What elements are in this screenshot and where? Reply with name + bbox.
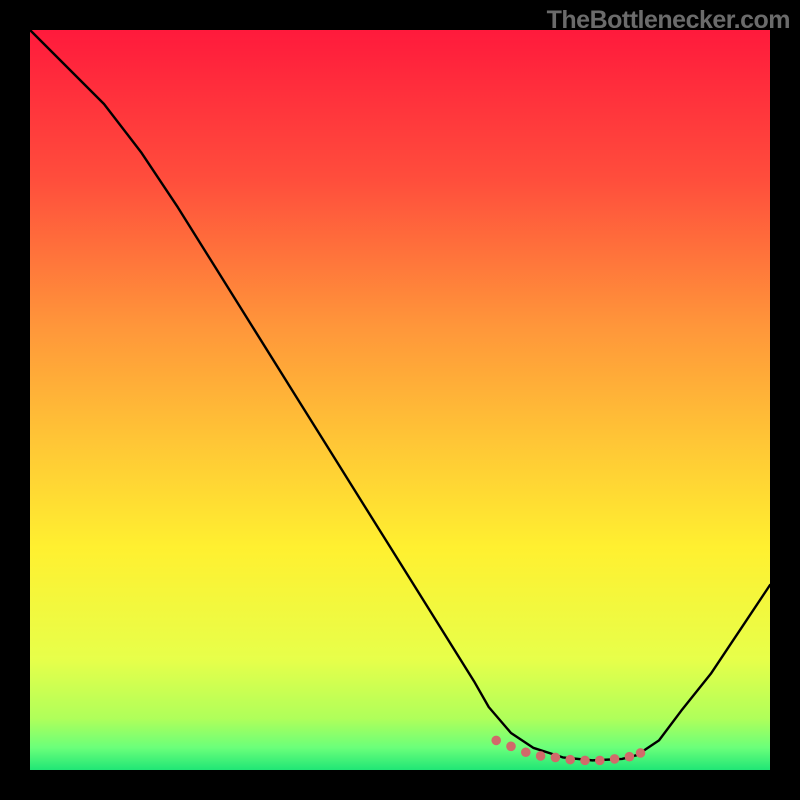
marker-dot — [610, 754, 620, 764]
marker-dot — [491, 736, 501, 746]
marker-dot — [521, 747, 531, 757]
marker-dot — [595, 756, 605, 766]
plot-background — [30, 30, 770, 770]
plot-area — [30, 30, 770, 770]
chart-container: TheBottlenecker.com — [0, 0, 800, 800]
marker-dot — [580, 756, 590, 766]
marker-dot — [565, 755, 575, 765]
marker-dot — [625, 752, 635, 762]
marker-dot — [636, 748, 646, 758]
marker-dot — [536, 751, 546, 761]
marker-dot — [506, 742, 516, 752]
marker-dot — [551, 753, 561, 763]
